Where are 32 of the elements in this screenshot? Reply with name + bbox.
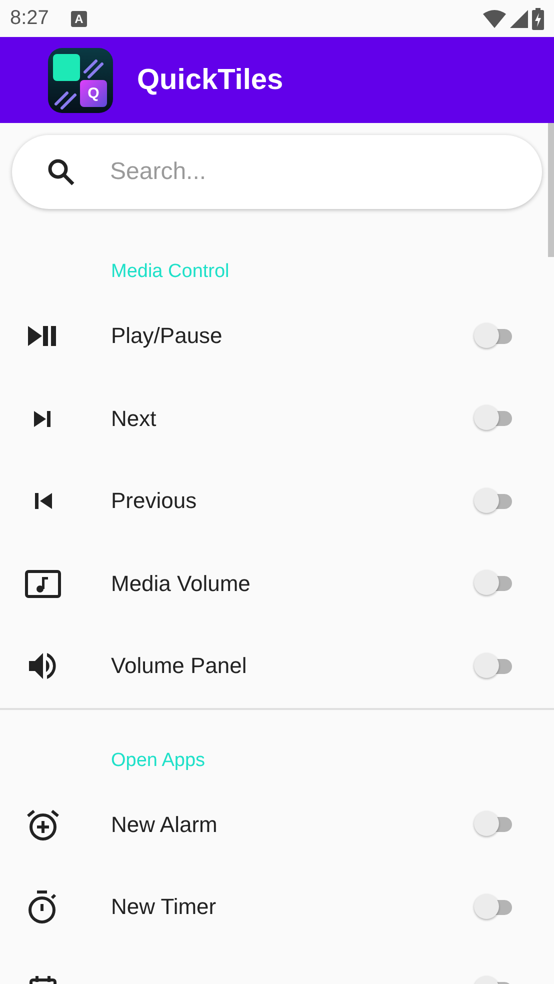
tile-label: Play/Pause [111,323,224,350]
toggle-switch[interactable] [474,488,514,515]
tile-label: Volume Panel [111,653,248,680]
logo-letter: Q [80,80,107,106]
toggle-switch[interactable] [474,570,514,598]
toggle-switch[interactable] [474,405,514,432]
tile-label: Media Volume [111,570,252,597]
battery-icon [532,8,544,30]
section-header: Media Control [111,261,230,283]
skip-previous-icon [33,492,53,510]
notification-icon: A [70,10,87,26]
stopwatch-icon [27,890,59,924]
toggle-switch[interactable] [474,652,514,680]
search-icon [47,158,75,186]
app-title: QuickTiles [137,64,284,96]
toggle-switch[interactable] [474,894,514,921]
clock: 8:27 [10,7,49,30]
toggle-switch[interactable] [474,322,514,350]
tile-label: Next [111,406,158,432]
tile-label: New Timer [111,894,218,920]
speaker-icon [28,652,58,680]
alarm-add-icon [26,808,60,841]
music-note-icon [25,570,61,598]
play-pause-icon [27,325,59,348]
wifi-icon [483,10,506,28]
tile-label: Previous [111,488,198,514]
tile-label: New Alarm [111,812,218,838]
skip-next-icon [33,410,53,428]
signal-icon [510,10,528,28]
toggle-switch[interactable] [474,811,514,838]
section-header: Open Apps [111,750,206,772]
search-field[interactable]: Search... [12,135,542,209]
